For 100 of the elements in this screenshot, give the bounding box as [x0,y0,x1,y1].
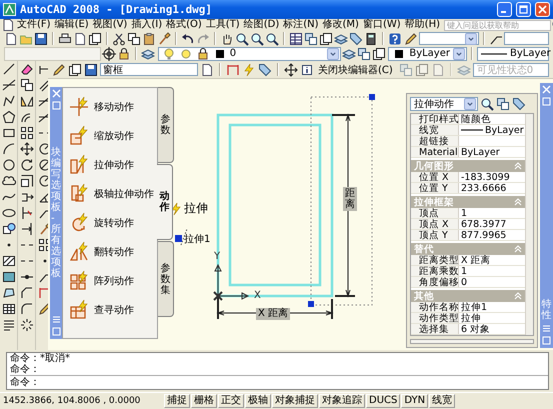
scissors-icon[interactable] [112,32,126,46]
close-block-editor-button[interactable]: 关闭块编辑器(C) [316,62,395,76]
menu-item[interactable]: 格式(O) [164,19,204,31]
undo-icon[interactable] [181,32,195,46]
help-search-field[interactable]: 键入问题以获取帮助 [444,20,551,30]
bracket-icon[interactable] [38,286,48,300]
tag-icon[interactable] [349,32,363,46]
menu-item[interactable]: 编辑(E) [52,19,91,31]
ellipse-icon[interactable] [2,206,16,220]
status-toggle-button[interactable]: 正交 [218,394,244,408]
text-lines-icon[interactable] [2,318,16,332]
layer-dropdown[interactable]: 0 [158,46,342,60]
magnifier-icon[interactable] [265,32,279,46]
help-icon[interactable] [388,32,402,46]
property-value[interactable]: 6 对象 [461,324,490,334]
chamfer-icon[interactable] [20,286,34,300]
menu-icon[interactable] [52,315,60,324]
close-icon[interactable] [52,89,60,98]
close-button[interactable] [535,2,550,17]
lock-icon[interactable] [116,46,131,60]
palette-tab[interactable]: 动作 [157,164,173,240]
status-toggle-button[interactable]: 对象捕捉 [272,394,318,408]
property-value[interactable]: 678.3977 [461,218,506,230]
construction-line-icon[interactable] [2,78,16,92]
stretch-frame[interactable] [310,96,372,306]
caret-icon[interactable] [464,98,476,110]
array-icon[interactable] [38,238,48,252]
move-icon[interactable] [284,62,298,76]
palette-tab[interactable]: 参数 [158,87,174,163]
table-icon[interactable] [2,302,16,316]
extend-icon[interactable] [20,222,34,236]
pencil-icon[interactable] [52,62,66,76]
stacked-pages-icon[interactable] [88,32,102,46]
status-toggle-button[interactable]: 捕捉 [164,394,190,408]
region-icon[interactable] [2,286,16,300]
windows-icon[interactable] [496,97,510,111]
property-value[interactable]: 1 [461,266,468,276]
tag-icon[interactable] [258,62,272,76]
rectangle-icon[interactable] [2,126,16,140]
rotate-icon[interactable] [20,158,34,172]
scrollbar[interactable] [525,114,533,335]
menu-icon[interactable] [542,324,551,333]
command-prompt[interactable]: 命令： [10,375,548,389]
palette-tab[interactable]: 参数集 [158,241,174,317]
explode-icon[interactable] [20,318,34,332]
magnifier-icon[interactable] [480,97,494,111]
radius-dimension-icon[interactable] [38,142,48,156]
windows-icon[interactable] [304,32,318,46]
magnifier-icon[interactable] [235,32,249,46]
tag-icon[interactable] [512,97,526,111]
palette-item[interactable]: 阵列动作 [94,274,134,288]
page-icon[interactable] [200,62,214,76]
palette-item[interactable]: 移动动作 [94,100,134,114]
palette-item[interactable]: 翻转动作 [94,244,134,258]
maximize-icon[interactable] [519,5,528,14]
bracket-icon[interactable] [226,62,240,76]
property-value[interactable]: 随颜色 [461,114,491,124]
line-icon[interactable] [2,62,16,76]
list-grid-icon[interactable] [289,32,303,46]
status-toggle-button[interactable]: DUCS [366,394,400,408]
layers-icon[interactable] [140,46,155,60]
lightning-icon[interactable] [242,62,256,76]
radius-dimension-icon[interactable] [38,174,48,188]
property-value[interactable]: ByLayer [461,146,500,158]
property-value[interactable]: 233.6666 [461,182,506,194]
diameter-dimension-icon[interactable] [38,158,48,172]
brush-icon[interactable] [157,32,171,46]
hatch-icon[interactable] [2,254,16,268]
dimension-label[interactable]: 距离 [343,187,357,211]
property-value[interactable]: X 距离 [461,254,491,266]
caret-icon[interactable] [464,32,477,44]
windows-icon[interactable] [357,46,372,60]
printer-icon[interactable] [58,32,72,46]
palette-item[interactable]: 拉伸动作 [94,158,134,172]
polygon-icon[interactable] [2,110,16,124]
magnifier-icon[interactable] [250,32,264,46]
property-value[interactable]: -183.3099 [461,172,510,182]
palette-item[interactable]: 旋转动作 [94,216,134,230]
cloud-icon[interactable] [2,174,16,188]
block-icon[interactable] [2,222,16,236]
color-dropdown[interactable]: ByLayer [388,46,467,60]
stacked-pages-icon[interactable] [372,46,386,60]
status-toggle-button[interactable]: DYN [401,394,428,408]
caret-icon[interactable] [327,48,340,60]
property-value[interactable]: ByLayer [485,124,524,136]
property-value[interactable]: 拉伸 [461,312,481,324]
menu-item[interactable]: 修改(M) [320,19,361,31]
stacked-pages-icon[interactable] [68,62,82,76]
scale-icon[interactable] [20,174,34,188]
grip-marker[interactable] [308,301,314,307]
menu-item[interactable]: 视图(V) [90,19,130,31]
block-name-field[interactable]: 窗框 [100,63,198,76]
circle-icon[interactable] [2,158,16,172]
minimize-button[interactable] [497,2,512,17]
command-window[interactable]: 命令：*取消* 命令： 命令： [6,352,549,390]
move-icon[interactable] [20,142,34,156]
dimension-label[interactable]: X 距离 [256,308,290,320]
array-icon[interactable] [20,126,34,140]
mirror-icon[interactable] [20,94,34,108]
parameter-label[interactable]: 拉伸1 [184,232,210,246]
